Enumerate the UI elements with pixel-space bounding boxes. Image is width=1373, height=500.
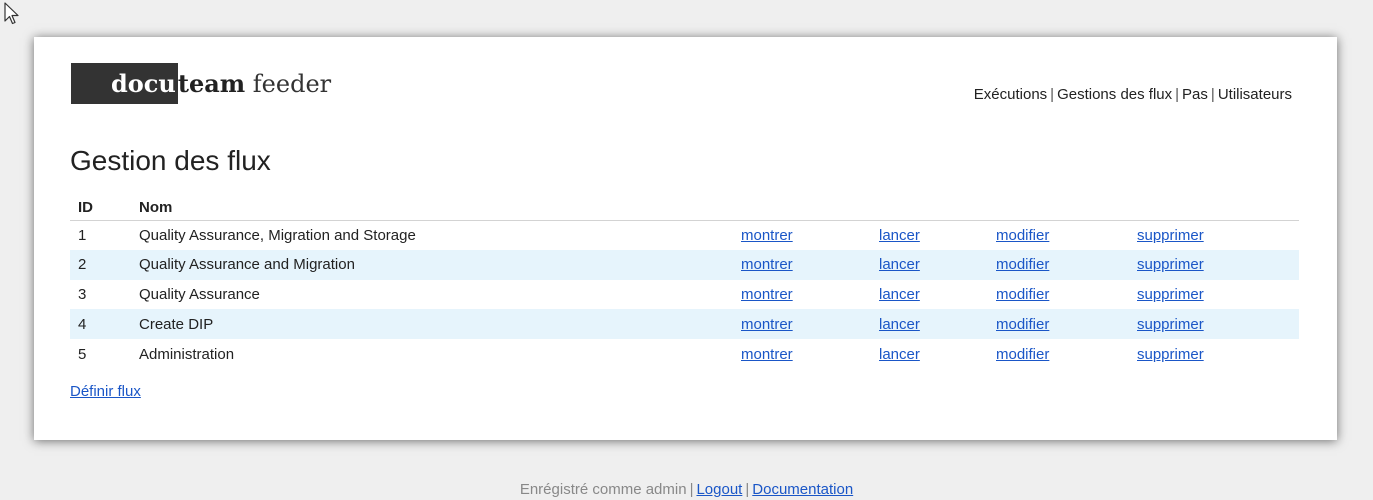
column-header-action	[879, 195, 996, 221]
table-row: 4 Create DIP montrer lancer modifier sup…	[70, 309, 1299, 340]
logo-highlight: docu	[71, 63, 178, 104]
delete-link[interactable]: supprimer	[1137, 316, 1204, 333]
delete-link[interactable]: supprimer	[1137, 346, 1204, 363]
footer-separator: |	[689, 481, 694, 498]
logged-in-text: Enrégistré comme admin	[519, 481, 687, 498]
row-id: 5	[78, 345, 87, 363]
logout-link[interactable]: Logout	[696, 481, 742, 498]
footer: Enrégistré comme admin | Logout | Documentat…	[0, 481, 1373, 498]
nav-item-gestions-des-flux[interactable]: Gestions des flux	[1057, 86, 1172, 103]
show-link[interactable]: montrer	[741, 286, 793, 303]
edit-link[interactable]: modifier	[996, 346, 1049, 363]
documentation-link[interactable]: Documentation	[752, 481, 853, 498]
table-row: 2 Quality Assurance and Migration montre…	[70, 249, 1299, 280]
row-name: Quality Assurance, Migration and Storage	[139, 226, 416, 244]
define-flux-link[interactable]: Définir flux	[70, 383, 141, 400]
nav-item-pas[interactable]: Pas	[1182, 86, 1208, 103]
row-name: Administration	[139, 345, 235, 363]
delete-link[interactable]: supprimer	[1137, 256, 1204, 273]
column-header-action	[741, 195, 879, 221]
launch-link[interactable]: lancer	[879, 227, 920, 244]
column-header-id: ID	[70, 195, 139, 221]
edit-link[interactable]: modifier	[996, 256, 1049, 273]
show-link[interactable]: montrer	[741, 256, 793, 273]
nav-item-executions[interactable]: Exécutions	[974, 86, 1047, 103]
nav-item-utilisateurs[interactable]: Utilisateurs	[1218, 86, 1292, 103]
row-name: Quality Assurance and Migration	[139, 249, 741, 280]
logo-bold-text: team	[177, 69, 246, 98]
delete-link[interactable]: supprimer	[1137, 286, 1204, 303]
table-row: 3 Quality Assurance montrer lancer modif…	[70, 280, 1299, 310]
edit-link[interactable]: modifier	[996, 286, 1049, 303]
show-link[interactable]: montrer	[741, 346, 793, 363]
show-link[interactable]: montrer	[741, 227, 793, 244]
docuteam-feeder-logo[interactable]: docuteam feeder	[71, 63, 361, 104]
logo-light-text: feeder	[245, 70, 332, 98]
launch-link[interactable]: lancer	[879, 316, 920, 333]
column-header-nom: Nom	[139, 195, 741, 221]
row-id: 2	[70, 249, 139, 280]
table-header-row: ID Nom	[70, 195, 1299, 221]
row-name: Create DIP	[139, 309, 741, 340]
delete-link[interactable]: supprimer	[1137, 227, 1204, 244]
page-title: Gestion des flux	[70, 145, 271, 176]
footer-separator: |	[745, 481, 750, 498]
launch-link[interactable]: lancer	[879, 256, 920, 273]
nav-separator: |	[1050, 86, 1055, 103]
row-id: 4	[70, 309, 139, 340]
nav-separator: |	[1175, 86, 1180, 103]
table-row: 1 Quality Assurance, Migration and Stora…	[70, 220, 1299, 250]
edit-link[interactable]: modifier	[996, 227, 1049, 244]
launch-link[interactable]: lancer	[879, 346, 920, 363]
main-panel: docuteam feeder Exécutions | Gestions des …	[34, 37, 1337, 440]
launch-link[interactable]: lancer	[879, 286, 920, 303]
column-header-action	[996, 195, 1137, 221]
flux-table: ID Nom 1 Quality Assurance, Migration an…	[70, 195, 1299, 369]
column-header-action	[1137, 195, 1299, 221]
row-id: 3	[78, 285, 87, 303]
top-navigation: Exécutions | Gestions des flux | Pas | Utilisa…	[974, 86, 1292, 103]
show-link[interactable]: montrer	[741, 316, 793, 333]
row-name: Quality Assurance	[139, 285, 260, 303]
row-id: 1	[78, 226, 87, 244]
table-row: 5 Administration montrer lancer modifier…	[70, 339, 1299, 369]
nav-separator: |	[1210, 86, 1215, 103]
mouse-cursor-icon	[4, 2, 22, 26]
edit-link[interactable]: modifier	[996, 316, 1049, 333]
